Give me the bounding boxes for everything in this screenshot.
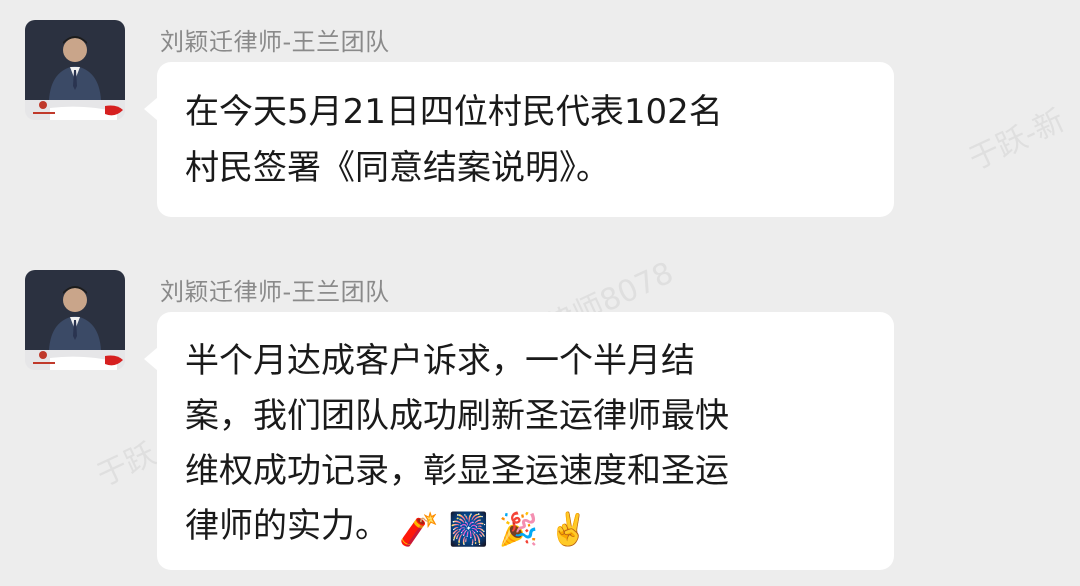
watermark: 于跃-新 xyxy=(963,103,1070,178)
message-text-line: 半个月达成客户诉求，一个半月结 xyxy=(185,341,695,381)
message-text-line: 维权成功记录，彰显圣运速度和圣运 xyxy=(185,451,729,491)
avatar[interactable] xyxy=(25,20,125,120)
bubble-tail xyxy=(144,97,158,121)
party-popper-icon: 🎉 xyxy=(498,510,539,548)
chat-view: 于跃-新 律师8078 于跃 刘颖迁律师-王兰团队 在今天5月21日四位村民代表… xyxy=(0,0,1080,586)
message-bubble[interactable]: 在今天5月21日四位村民代表102名 村民签署《同意结案说明》。 xyxy=(157,62,894,217)
firecracker-icon: 🧨 xyxy=(399,510,439,548)
lawyer-portrait-icon xyxy=(25,270,125,370)
sender-name: 刘颖迁律师-王兰团队 xyxy=(160,28,390,56)
message-text-line: 案，我们团队成功刷新圣运律师最快 xyxy=(185,396,729,436)
victory-hand-icon: ✌️ xyxy=(548,510,589,548)
message-text-line-last: 律师的实力。 🧨 🎆 🎉 ✌️ xyxy=(185,499,864,554)
message-bubble[interactable]: 半个月达成客户诉求，一个半月结 案，我们团队成功刷新圣运律师最快 维权成功记录，… xyxy=(157,312,894,570)
avatar[interactable] xyxy=(25,270,125,370)
lawyer-portrait-icon xyxy=(25,20,125,120)
fireworks-icon: 🎆 xyxy=(448,510,489,548)
watermark: 于跃 xyxy=(91,436,162,494)
bubble-tail xyxy=(144,347,158,371)
message-text-line: 在今天5月21日四位村民代表102名 xyxy=(185,92,723,132)
message-text: 律师的实力。 xyxy=(185,506,389,546)
message-text-line: 村民签署《同意结案说明》。 xyxy=(185,148,610,188)
sender-name: 刘颖迁律师-王兰团队 xyxy=(160,278,390,306)
